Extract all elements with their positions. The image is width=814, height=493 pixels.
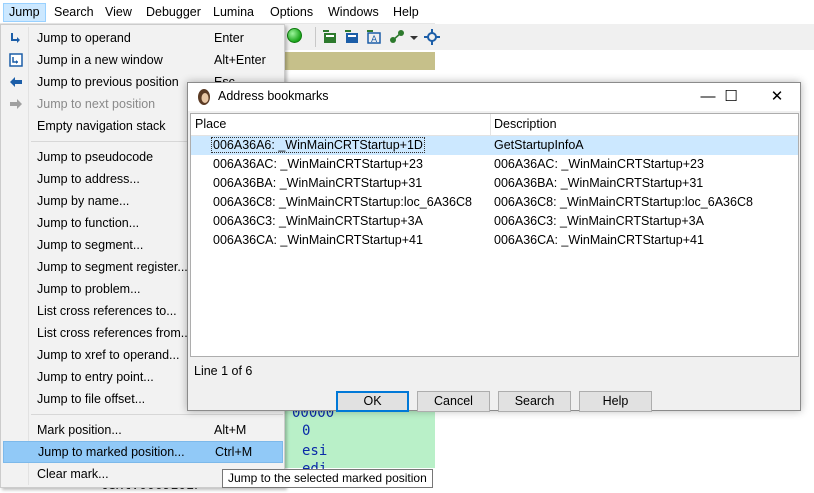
toolbar: A (285, 24, 814, 50)
code-icon[interactable] (321, 28, 339, 46)
code-fragment: 0 (302, 423, 311, 439)
help-button[interactable]: Help (579, 391, 652, 412)
menu-view[interactable]: View (100, 3, 137, 22)
status-text: Line 1 of 6 (194, 364, 253, 378)
ida-app-icon (198, 89, 210, 105)
address-bookmarks-dialog: Address bookmarks — ☐ ✕ Place Descriptio… (187, 82, 801, 412)
string-icon[interactable]: A (365, 28, 383, 46)
table-row[interactable]: 006A36BA: _WinMainCRTStartup+31 006A36BA… (191, 174, 798, 193)
menu-options[interactable]: Options (265, 3, 318, 22)
dropdown-arrow-icon[interactable] (409, 28, 419, 46)
back-arrow-icon (10, 77, 22, 87)
menu-lumina[interactable]: Lumina (208, 3, 259, 22)
table-row[interactable]: 006A36A6: _WinMainCRTStartup+1D GetStart… (191, 136, 798, 155)
bookmarks-list[interactable]: Place Description 006A36A6: _WinMainCRTS… (190, 113, 799, 357)
menu-item-jump-to-operand[interactable]: Jump to operand Enter (3, 27, 283, 49)
navigation-band (285, 52, 435, 70)
menu-jump[interactable]: Jump (3, 3, 46, 22)
maximize-button[interactable]: ☐ (708, 83, 754, 111)
forward-arrow-icon (10, 99, 22, 109)
column-divider[interactable] (490, 114, 491, 135)
menu-windows[interactable]: Windows (323, 3, 384, 22)
table-row[interactable]: 006A36C3: _WinMainCRTStartup+3A 006A36C3… (191, 212, 798, 231)
cancel-button[interactable]: Cancel (417, 391, 490, 412)
menu-item-mark-position[interactable]: Mark position... Alt+M (3, 419, 283, 441)
new-window-icon (9, 53, 23, 67)
tooltip: Jump to the selected marked position (222, 469, 433, 488)
data-icon[interactable] (343, 28, 361, 46)
close-button[interactable]: ✕ (754, 83, 800, 111)
xref-icon[interactable] (388, 28, 406, 46)
menubar: Jump Search View Debugger Lumina Options… (0, 0, 435, 24)
svg-text:A: A (371, 35, 378, 45)
code-fragment: esi (302, 443, 328, 459)
menu-item-jump-marked-position[interactable]: Jump to marked position... Ctrl+M (3, 441, 283, 463)
toolbar-separator (315, 27, 316, 47)
ok-button[interactable]: OK (336, 391, 409, 412)
search-button[interactable]: Search (498, 391, 571, 412)
dialog-title: Address bookmarks (218, 89, 329, 103)
table-row[interactable]: 006A36C8: _WinMainCRTStartup:loc_6A36C8 … (191, 193, 798, 212)
gear-icon[interactable] (423, 28, 441, 46)
table-row[interactable]: 006A36CA: _WinMainCRTStartup+41 006A36CA… (191, 231, 798, 250)
menu-separator (31, 414, 283, 415)
column-header-description[interactable]: Description (494, 117, 557, 131)
table-row[interactable]: 006A36AC: _WinMainCRTStartup+23 006A36AC… (191, 155, 798, 174)
menu-search[interactable]: Search (49, 3, 99, 22)
menu-debugger[interactable]: Debugger (141, 3, 206, 22)
run-indicator-icon[interactable] (287, 28, 302, 43)
menu-item-jump-new-window[interactable]: Jump in a new window Alt+Enter (3, 49, 283, 71)
menu-help[interactable]: Help (388, 3, 424, 22)
column-header-place[interactable]: Place (195, 117, 226, 131)
jump-operand-icon (11, 33, 20, 43)
dialog-titlebar[interactable]: Address bookmarks — ☐ ✕ (188, 83, 800, 111)
